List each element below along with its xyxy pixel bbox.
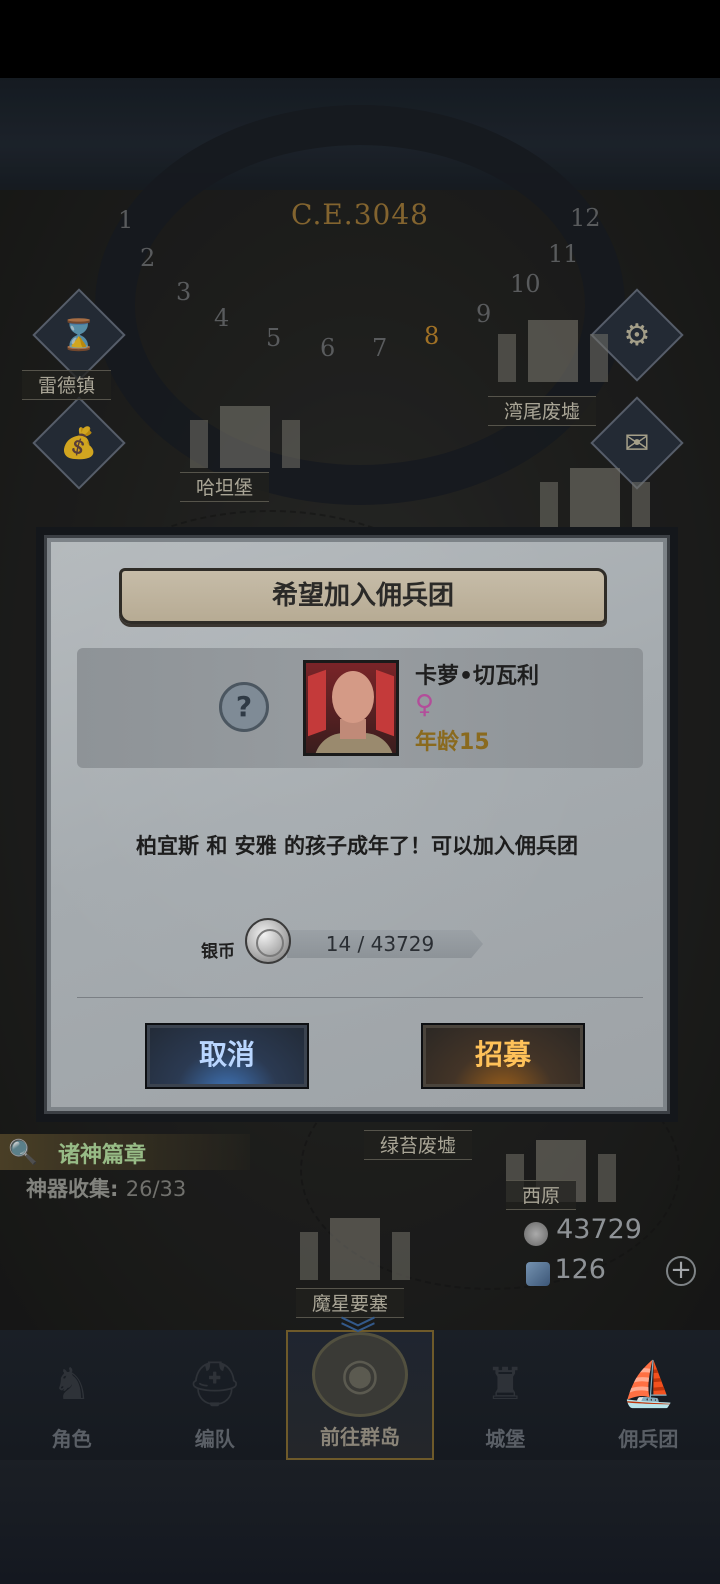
silver-coin-icon — [245, 918, 291, 964]
artifact-label: 神器收集: — [26, 1177, 119, 1201]
money-bag-icon: 💰 — [60, 425, 98, 461]
age-value: 15 — [459, 730, 490, 755]
knight-icon: ♞ — [51, 1358, 92, 1410]
calendar-number: 1 — [118, 206, 134, 234]
nav-item-castle[interactable]: ♜ 城堡 — [434, 1330, 577, 1460]
castle-hatanbao[interactable] — [190, 398, 300, 468]
recruit-dialog: 希望加入佣兵团 ? 卡萝•切瓦利 ♀ 年龄15 柏宜斯 和 安雅 的孩子成年了！… — [36, 527, 678, 1122]
nav-label: 角色 — [51, 1427, 92, 1451]
calendar-number: 10 — [510, 270, 541, 298]
nav-label: 佣兵团 — [618, 1427, 679, 1451]
artifact-value: 26/33 — [125, 1177, 187, 1201]
dialog-title: 希望加入佣兵团 — [271, 581, 454, 611]
status-bar-area — [0, 0, 720, 78]
character-age: 年龄15 — [415, 724, 490, 756]
cost-text: 14 / 43729 — [325, 932, 435, 956]
place-label[interactable]: 西原 — [506, 1180, 577, 1210]
calendar-number-active[interactable]: 8 — [424, 322, 439, 350]
calendar-number: 6 — [320, 334, 336, 362]
nav-label: 城堡 — [485, 1427, 526, 1451]
dialog-message: 柏宜斯 和 安雅 的孩子成年了！可以加入佣兵团 — [136, 834, 578, 858]
character-panel: ? 卡萝•切瓦利 ♀ 年龄15 — [77, 648, 643, 768]
place-label[interactable]: 哈坦堡 — [180, 472, 270, 502]
calendar-number: 2 — [140, 244, 156, 272]
place-label[interactable]: 雷德镇 — [22, 370, 112, 400]
nav-label: 编队 — [194, 1427, 235, 1451]
age-label: 年龄 — [415, 730, 460, 755]
character-name: 卡萝•切瓦利 — [415, 664, 540, 689]
place-label[interactable]: 绿苔废墟 — [364, 1130, 473, 1160]
hourglass-icon: ⌛ — [60, 317, 98, 353]
dialog-title-banner: 希望加入佣兵团 — [119, 568, 607, 624]
calendar-number: 11 — [548, 240, 579, 268]
character-portrait[interactable] — [303, 660, 399, 756]
castle-xiyuan-top[interactable] — [540, 460, 650, 530]
calendar-number: 12 — [570, 204, 601, 232]
helmet-icon: ⛑ — [186, 1359, 243, 1410]
place-label[interactable]: 湾尾废墟 — [488, 396, 597, 426]
calendar-year: C.E.3048 — [291, 198, 429, 231]
artifact-progress: 神器收集: 26/33 — [26, 1173, 186, 1203]
add-resource-button[interactable]: + — [666, 1256, 696, 1286]
calendar-number: 7 — [372, 334, 388, 362]
ship-icon: ⛵ — [621, 1359, 676, 1410]
search-icon: 🔍 — [8, 1138, 38, 1166]
silver-coin-icon — [524, 1222, 548, 1246]
castle-moxing[interactable] — [300, 1210, 410, 1280]
crystal-amount: 126 — [554, 1254, 606, 1285]
question-icon[interactable]: ? — [219, 682, 269, 732]
cancel-button[interactable]: 取消 — [145, 1023, 309, 1089]
calendar-number: 9 — [476, 300, 492, 328]
quest-title[interactable]: 诸神篇章 — [58, 1137, 146, 1169]
chevron-down-icon: ︾ — [339, 1315, 376, 1356]
castle-wanwei[interactable] — [498, 312, 608, 382]
castle-icon: ♜ — [485, 1358, 525, 1410]
gear-icon: ⚙ — [623, 317, 651, 353]
nav-item-formation[interactable]: ⛑ 编队 — [143, 1330, 286, 1460]
cost-label: 银币 — [201, 942, 235, 962]
calendar-number: 3 — [176, 278, 192, 306]
bottom-panel — [0, 1460, 720, 1584]
nav-item-character[interactable]: ♞ 角色 — [0, 1330, 143, 1460]
silver-amount: 43729 — [556, 1214, 642, 1245]
dialog-body: 希望加入佣兵团 ? 卡萝•切瓦利 ♀ 年龄15 柏宜斯 和 安雅 的孩子成年了！… — [44, 535, 670, 1114]
calendar-number: 4 — [214, 304, 230, 332]
crystal-icon — [526, 1262, 550, 1286]
calendar-wheel — [95, 105, 625, 505]
recruit-button[interactable]: 招募 — [421, 1023, 585, 1089]
place-label[interactable]: 魔星要塞 — [296, 1288, 405, 1318]
nav-item-mercenary[interactable]: ⛵ 佣兵团 — [577, 1330, 720, 1460]
calendar-number: 5 — [266, 324, 282, 352]
divider — [77, 997, 643, 998]
female-icon: ♀ — [415, 690, 435, 720]
nav-label: 前往群岛 — [320, 1425, 400, 1449]
